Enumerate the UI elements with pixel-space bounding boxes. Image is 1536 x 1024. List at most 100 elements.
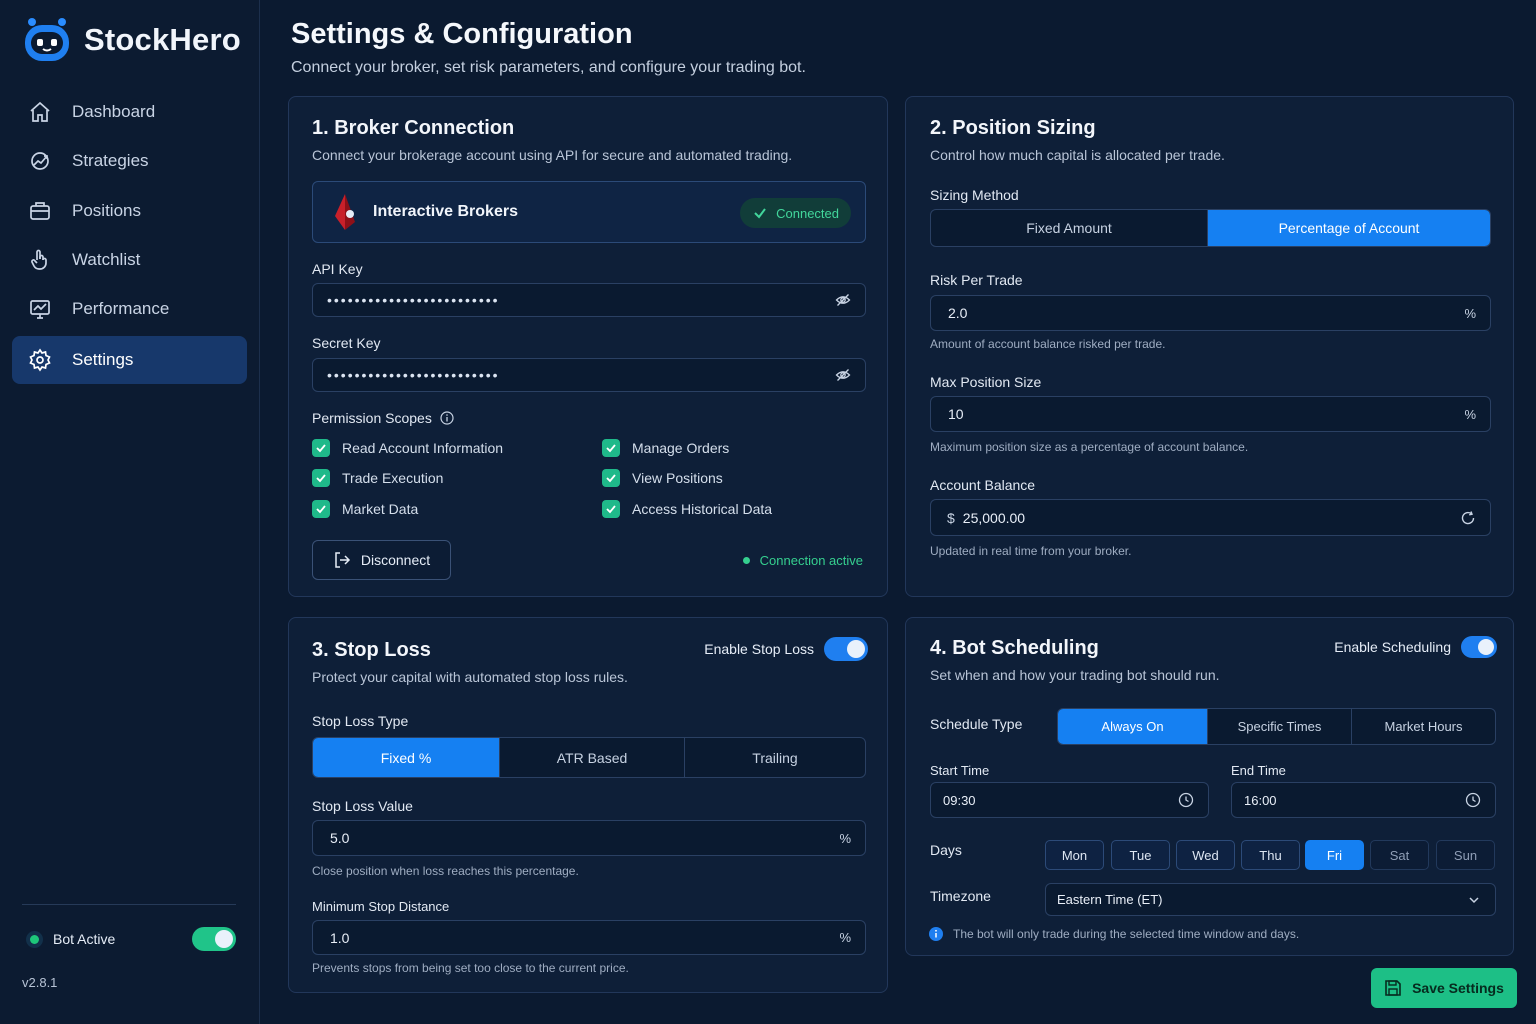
checkbox-checked-icon[interactable] <box>312 500 330 518</box>
enable-stop-loss-label: Enable Stop Loss <box>704 641 814 657</box>
bot-status-label: Bot Active <box>53 931 116 947</box>
secret-key-value: ••••••••••••••••••••••••• <box>327 367 500 383</box>
checkbox-checked-icon[interactable] <box>312 469 330 487</box>
scheduling-card-subtitle: Set when and how your trading bot should… <box>930 667 1220 683</box>
day-tue[interactable]: Tue <box>1111 840 1170 870</box>
sizing-option-percentage[interactable]: Percentage of Account <box>1208 210 1490 246</box>
sidebar-item-watchlist[interactable]: Watchlist <box>12 236 247 284</box>
permission-manage-orders[interactable]: Manage Orders <box>602 439 729 457</box>
sidebar-item-dashboard[interactable]: Dashboard <box>12 88 247 136</box>
sidebar-item-positions[interactable]: Positions <box>12 187 247 235</box>
permission-label: Market Data <box>342 501 419 517</box>
max-position-label: Max Position Size <box>930 374 1042 390</box>
day-thu[interactable]: Thu <box>1241 840 1300 870</box>
secret-key-input[interactable]: ••••••••••••••••••••••••• <box>312 358 866 392</box>
save-settings-button[interactable]: Save Settings <box>1371 968 1517 1008</box>
chart-monitor-icon <box>30 300 50 320</box>
day-wed[interactable]: Wed <box>1176 840 1235 870</box>
start-time-value: 09:30 <box>943 792 976 808</box>
min-stop-distance-label: Minimum Stop Distance <box>312 899 450 914</box>
sidebar-item-label: Dashboard <box>72 102 156 121</box>
api-key-value: ••••••••••••••••••••••••• <box>327 292 500 308</box>
permission-trade-execution[interactable]: Trade Execution <box>312 469 443 487</box>
min-stop-distance-hint: Prevents stops from being set too close … <box>312 961 629 975</box>
permission-market-data[interactable]: Market Data <box>312 500 418 518</box>
sidebar-item-label: Watchlist <box>72 249 141 269</box>
sizing-option-fixed[interactable]: Fixed Amount <box>931 210 1208 246</box>
enable-stop-loss-toggle[interactable] <box>824 637 868 661</box>
connected-badge: Connected <box>740 198 851 228</box>
permission-read-account[interactable]: Read Account Information <box>312 439 503 457</box>
check-icon <box>754 208 766 219</box>
briefcase-icon <box>30 201 50 220</box>
day-sun[interactable]: Sun <box>1436 840 1495 870</box>
start-time-label: Start Time <box>930 763 990 778</box>
stop-type-trailing[interactable]: Trailing <box>685 738 865 777</box>
bot-status-row: Bot Active <box>22 924 236 954</box>
app-name: StockHero <box>84 22 241 57</box>
bot-active-toggle[interactable] <box>192 927 236 951</box>
sizing-method-selector: Fixed Amount Percentage of Account <box>930 209 1491 247</box>
stop-loss-value: 5.0 <box>330 830 350 846</box>
stop-loss-enable-row: Enable Stop Loss <box>704 637 868 661</box>
app-logo[interactable]: StockHero <box>22 16 241 64</box>
sidebar-divider <box>22 904 236 905</box>
schedule-type-label: Schedule Type <box>930 716 1023 732</box>
timezone-value: Eastern Time (ET) <box>1057 892 1163 907</box>
enable-scheduling-toggle[interactable] <box>1461 636 1497 658</box>
sidebar: StockHero Dashboard Strategies Positions… <box>0 0 260 1024</box>
account-balance-input[interactable]: $ 25,000.00 <box>930 499 1491 536</box>
stop-loss-type-label: Stop Loss Type <box>312 713 409 729</box>
risk-per-trade-hint: Amount of account balance risked per tra… <box>930 337 1166 351</box>
sidebar-item-performance[interactable]: Performance <box>12 285 247 333</box>
end-time-input[interactable]: 16:00 <box>1231 782 1496 818</box>
info-icon[interactable] <box>440 411 454 425</box>
scheduling-enable-row: Enable Scheduling <box>1334 636 1497 658</box>
permission-scopes-header: Permission Scopes <box>312 410 454 426</box>
stop-loss-value-input[interactable]: 5.0 % <box>312 820 866 856</box>
broker-card-subtitle: Connect your brokerage account using API… <box>312 147 793 163</box>
stop-type-fixed[interactable]: Fixed % <box>313 738 500 777</box>
clock-icon[interactable] <box>1178 792 1194 808</box>
timezone-select[interactable]: Eastern Time (ET) <box>1045 883 1496 916</box>
api-key-input[interactable]: ••••••••••••••••••••••••• <box>312 283 866 317</box>
eye-off-icon[interactable] <box>835 292 851 308</box>
permission-historical-data[interactable]: Access Historical Data <box>602 500 772 518</box>
permission-label: Trade Execution <box>342 470 444 486</box>
eye-off-icon[interactable] <box>835 367 851 383</box>
enable-scheduling-label: Enable Scheduling <box>1334 639 1451 655</box>
day-mon[interactable]: Mon <box>1045 840 1104 870</box>
max-position-input[interactable]: 10 % <box>930 396 1491 432</box>
clock-icon[interactable] <box>1465 792 1481 808</box>
connection-status: Connection active <box>742 553 863 568</box>
day-fri[interactable]: Fri <box>1305 840 1364 870</box>
sidebar-item-settings[interactable]: Settings <box>12 336 247 385</box>
percent-suffix: % <box>1464 406 1476 422</box>
schedule-type-market-hours[interactable]: Market Hours <box>1352 709 1495 744</box>
refresh-icon[interactable] <box>1460 510 1476 526</box>
checkbox-checked-icon[interactable] <box>602 500 620 518</box>
risk-per-trade-input[interactable]: 2.0 % <box>930 295 1491 331</box>
checkbox-checked-icon[interactable] <box>602 439 620 457</box>
stop-type-atr[interactable]: ATR Based <box>500 738 685 777</box>
schedule-type-always-on[interactable]: Always On <box>1058 709 1208 744</box>
disconnect-button[interactable]: Disconnect <box>312 540 451 580</box>
checkbox-checked-icon[interactable] <box>602 469 620 487</box>
percent-suffix: % <box>1464 305 1476 321</box>
home-icon <box>30 101 50 122</box>
sidebar-item-strategies[interactable]: Strategies <box>12 137 247 185</box>
start-time-input[interactable]: 09:30 <box>930 782 1209 818</box>
hand-icon <box>31 249 47 270</box>
permission-label: Access Historical Data <box>632 501 773 517</box>
permission-view-positions[interactable]: View Positions <box>602 469 723 487</box>
schedule-type-specific-times[interactable]: Specific Times <box>1208 709 1352 744</box>
day-sat[interactable]: Sat <box>1370 840 1429 870</box>
sidebar-item-label: Performance <box>72 299 170 319</box>
broker-selector[interactable]: Interactive Brokers Connected <box>312 181 866 243</box>
page-subtitle: Connect your broker, set risk parameters… <box>291 59 806 76</box>
checkbox-checked-icon[interactable] <box>312 439 330 457</box>
sizing-method-label: Sizing Method <box>930 187 1019 203</box>
stop-loss-card-title: 3. Stop Loss <box>312 639 431 661</box>
permission-label: View Positions <box>632 470 723 486</box>
min-stop-distance-input[interactable]: 1.0 % <box>312 920 866 955</box>
